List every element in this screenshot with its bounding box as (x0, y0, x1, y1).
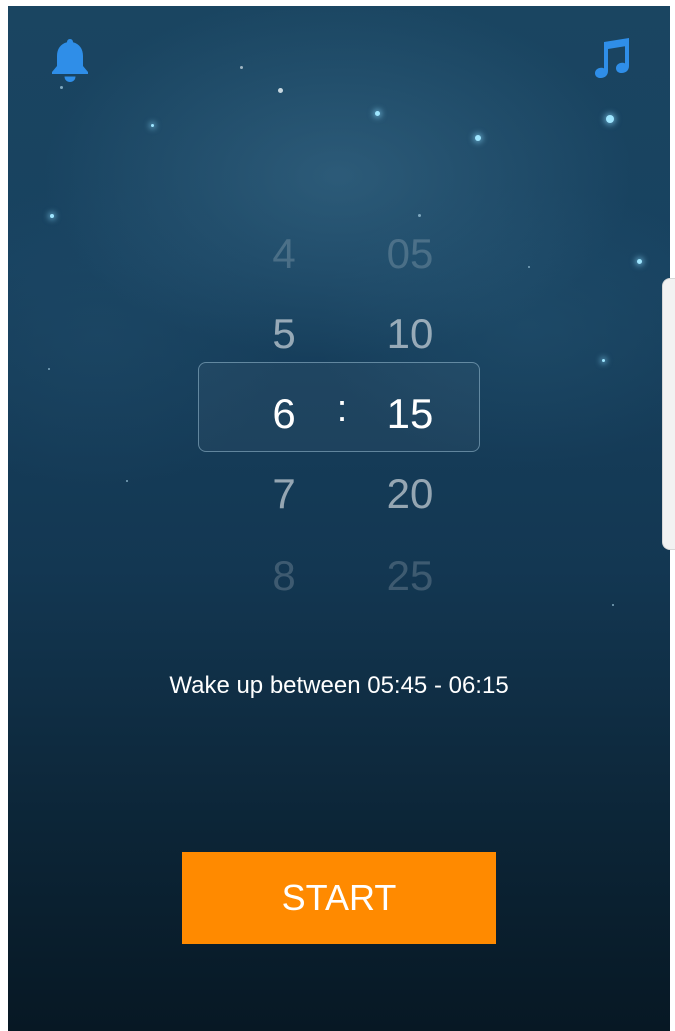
hour-option[interactable]: 7 (234, 469, 334, 519)
music-note-icon (595, 38, 629, 78)
minute-option[interactable]: 20 (360, 469, 460, 519)
time-separator: : (336, 388, 348, 430)
selected-hour[interactable]: 6 (234, 389, 334, 439)
app-screen: 4 5 6 7 8 : 05 10 15 20 25 Wake up betwe… (8, 6, 670, 1031)
hour-option[interactable]: 4 (234, 229, 334, 279)
time-picker[interactable]: 4 5 6 7 8 : 05 10 15 20 25 (198, 211, 482, 611)
hour-option[interactable]: 5 (234, 309, 334, 359)
selected-minute[interactable]: 15 (360, 389, 460, 439)
start-button[interactable]: START (182, 852, 496, 944)
minute-option[interactable]: 10 (360, 309, 460, 359)
bell-icon (52, 39, 88, 82)
hour-option[interactable]: 8 (234, 551, 334, 601)
minute-option[interactable]: 25 (360, 551, 460, 601)
edge-panel-handle[interactable] (662, 278, 675, 550)
minute-option[interactable]: 05 (360, 229, 460, 279)
alarm-button[interactable] (46, 36, 94, 84)
sound-button[interactable] (588, 34, 636, 82)
hour-wheel[interactable]: 4 5 6 7 8 (234, 211, 334, 611)
device-frame: 4 5 6 7 8 : 05 10 15 20 25 Wake up betwe… (0, 0, 675, 1031)
minute-wheel[interactable]: 05 10 15 20 25 (360, 211, 460, 611)
wake-window-text: Wake up between 05:45 - 06:15 (169, 672, 509, 699)
